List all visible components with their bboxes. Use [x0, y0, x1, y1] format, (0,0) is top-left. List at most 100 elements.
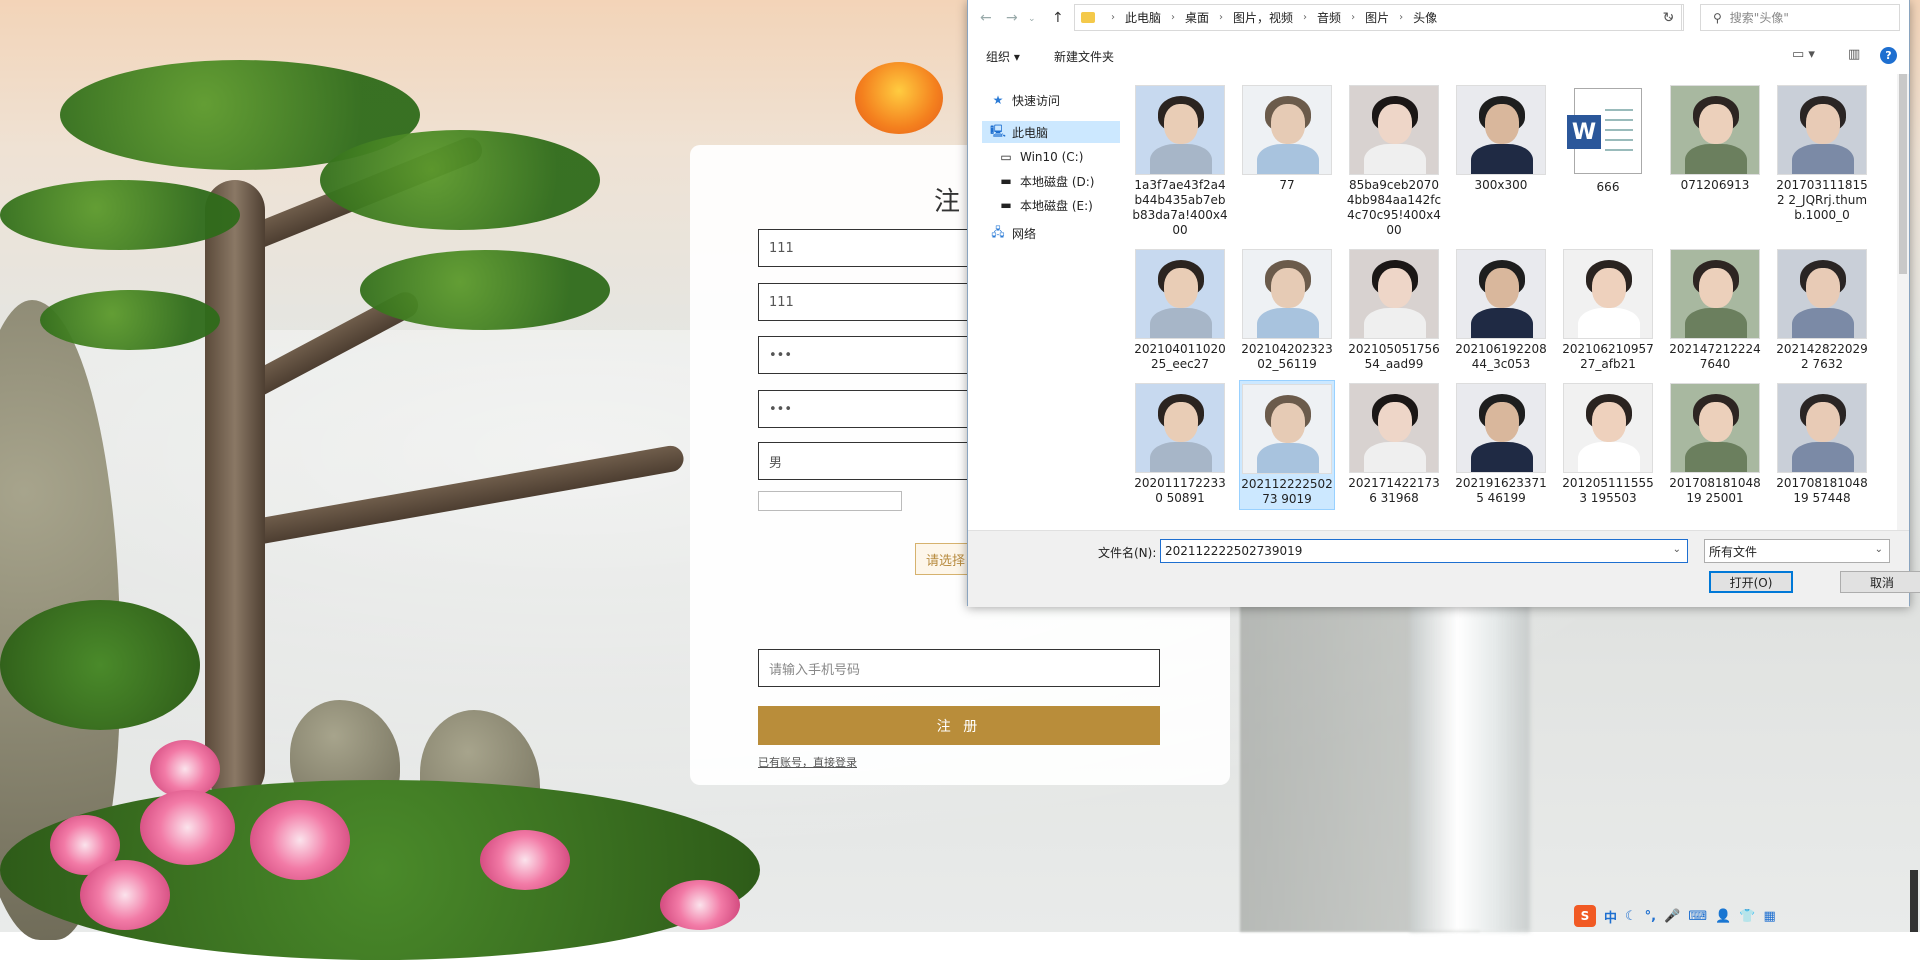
view-options-icon[interactable]: ▭ ▾ [1792, 47, 1815, 62]
thumb-body [1471, 144, 1533, 174]
file-item[interactable]: 77 [1239, 82, 1335, 240]
tree-canopy [40, 290, 220, 350]
thumb-body [1257, 144, 1319, 174]
thumb-body [1685, 308, 1747, 338]
nav-drive-e[interactable]: ▬ 本地磁盘 (E:) [998, 194, 1118, 216]
file-item[interactable]: 20210420232302_56119 [1239, 246, 1335, 374]
breadcrumb-separator-icon[interactable]: › [1303, 12, 1307, 23]
drive-icon: ▭ [1000, 150, 1012, 164]
photo-thumbnail [1670, 85, 1760, 175]
search-icon: ⚲ [1713, 10, 1722, 25]
thumb-face [1699, 268, 1733, 308]
star-icon: ★ [992, 93, 1004, 107]
breadcrumb-separator-icon[interactable]: › [1219, 12, 1223, 23]
punctuation-icon[interactable]: °, [1645, 909, 1656, 924]
nav-label: 网络 [1012, 226, 1037, 241]
breadcrumb-separator-icon[interactable]: › [1399, 12, 1403, 23]
moon-icon[interactable]: ☾ [1625, 909, 1637, 924]
open-button[interactable]: 打开(O) [1709, 571, 1793, 593]
file-item[interactable]: 2017031118152 2_JQRrj.thumb.1000_0 [1774, 82, 1870, 240]
text-line [1605, 129, 1633, 131]
breadcrumb-separator-icon[interactable]: › [1171, 12, 1175, 23]
peony-flower [660, 880, 740, 930]
photo-thumbnail [1563, 249, 1653, 339]
forward-arrow-icon[interactable]: → [1006, 10, 1018, 26]
thumb-face [1271, 403, 1305, 443]
file-item[interactable]: 20211222250273 9019 [1239, 380, 1335, 510]
background-waterfall [1410, 590, 1530, 932]
thumb-body [1257, 308, 1319, 338]
breadcrumb: › 此电脑 › 桌面 › 图片，视频 › 音频 › 图片 › 头像 [1101, 9, 1437, 26]
filetype-select[interactable]: 所有文件 ⌄ [1704, 539, 1890, 563]
nav-quick-access[interactable]: ★ 快速访问 [990, 89, 1120, 111]
file-name: 2021428220292 7632 [1776, 342, 1868, 371]
ime-lang-icon[interactable]: 中 [1604, 907, 1617, 926]
file-item[interactable]: 2012051115553 195503 [1560, 380, 1656, 510]
organize-menu[interactable]: 组织 ▾ [986, 48, 1020, 65]
file-item[interactable]: 2021916233715 46199 [1453, 380, 1549, 510]
recent-chevron-icon[interactable]: ⌄ [1028, 14, 1036, 24]
file-item[interactable]: 85ba9ceb20704bb984aa142fc4c70c95!400x400 [1346, 82, 1442, 240]
address-row: ← → ⌄ ↑ › 此电脑 › 桌面 › 图片，视频 › 音频 › 图片 › 头像 ⌄ ↻ ⚲ 搜索"… [968, 0, 1909, 38]
breadcrumb-item[interactable]: 图片 [1365, 9, 1389, 26]
up-arrow-icon[interactable]: ↑ [1052, 10, 1064, 26]
file-item[interactable]: 20210505175654_aad99 [1346, 246, 1442, 374]
file-item[interactable]: 2021428220292 7632 [1774, 246, 1870, 374]
nav-network[interactable]: 🖧 网络 [990, 222, 1120, 244]
breadcrumb-separator-icon[interactable]: › [1351, 12, 1355, 23]
breadcrumb-item[interactable]: 头像 [1413, 9, 1437, 26]
breadcrumb-item[interactable]: 图片，视频 [1233, 9, 1293, 26]
thumb-body [1150, 442, 1212, 472]
nav-this-pc[interactable]: 🖳 此电脑 [982, 121, 1120, 143]
user-icon[interactable]: 👤 [1715, 909, 1731, 924]
address-bar[interactable]: › 此电脑 › 桌面 › 图片，视频 › 音频 › 图片 › 头像 ⌄ [1074, 4, 1682, 31]
file-item[interactable]: W 666 [1560, 82, 1656, 240]
phone-input[interactable]: 请输入手机号码 [758, 649, 1160, 687]
nav-drive-d[interactable]: ▬ 本地磁盘 (D:) [998, 170, 1118, 192]
back-arrow-icon[interactable]: ← [980, 10, 992, 26]
chevron-down-icon[interactable]: ⌄ [1673, 544, 1681, 555]
file-item[interactable]: 20170818104819 25001 [1667, 380, 1763, 510]
refresh-icon[interactable]: ↻ [1654, 4, 1684, 31]
tree-canopy [360, 250, 610, 330]
thumb-face [1485, 268, 1519, 308]
search-input[interactable]: ⚲ 搜索"头像" [1700, 4, 1900, 31]
new-folder-button[interactable]: 新建文件夹 [1054, 48, 1114, 65]
photo-thumbnail [1670, 383, 1760, 473]
file-item[interactable]: 2021472122247640 [1667, 246, 1763, 374]
page-scrollbar[interactable] [1910, 870, 1918, 932]
keyboard-icon[interactable]: ⌨ [1688, 909, 1707, 924]
file-item[interactable]: 2020111722330 50891 [1132, 380, 1228, 510]
filename-input[interactable]: 202112222502739019 ⌄ [1160, 539, 1688, 563]
vertical-scrollbar[interactable] [1897, 74, 1909, 530]
thumb-body [1364, 144, 1426, 174]
nav-label: 快速访问 [1012, 93, 1061, 108]
file-item[interactable]: 20210619220844_3c053 [1453, 246, 1549, 374]
file-name: 2021472122247640 [1669, 342, 1761, 371]
file-item[interactable]: 1a3f7ae43f2a4b44b435ab7ebb83da7a!400x400 [1132, 82, 1228, 240]
breadcrumb-item[interactable]: 音频 [1317, 9, 1341, 26]
thumb-body [1150, 144, 1212, 174]
preview-pane-icon[interactable]: ▥ [1848, 47, 1860, 62]
skin-icon[interactable]: 👕 [1739, 909, 1755, 924]
help-icon[interactable]: ? [1880, 47, 1897, 64]
toolbox-icon[interactable]: ▦ [1763, 909, 1775, 924]
file-item[interactable]: 20170818104819 57448 [1774, 380, 1870, 510]
scrollbar-thumb[interactable] [1899, 74, 1907, 274]
breadcrumb-separator-icon[interactable]: › [1111, 12, 1115, 23]
microphone-icon[interactable]: 🎤 [1664, 909, 1680, 924]
breadcrumb-item[interactable]: 桌面 [1185, 9, 1209, 26]
sogou-ime-icon[interactable]: S [1574, 905, 1596, 927]
file-item[interactable]: 20210621095727_afb21 [1560, 246, 1656, 374]
register-button[interactable]: 注 册 [758, 706, 1160, 745]
file-item[interactable]: 300x300 [1453, 82, 1549, 240]
file-item[interactable]: 20210401102025_eec27 [1132, 246, 1228, 374]
file-item[interactable]: 2021714221736 31968 [1346, 380, 1442, 510]
chevron-down-icon[interactable]: ⌄ [1875, 544, 1883, 555]
file-open-dialog: ← → ⌄ ↑ › 此电脑 › 桌面 › 图片，视频 › 音频 › 图片 › 头像 ⌄ ↻ ⚲ 搜索"… [967, 0, 1920, 607]
cancel-button[interactable]: 取消 [1840, 571, 1920, 593]
breadcrumb-item[interactable]: 此电脑 [1125, 9, 1161, 26]
file-item[interactable]: 071206913 [1667, 82, 1763, 240]
nav-drive-c[interactable]: ▭ Win10 (C:) [998, 146, 1118, 168]
login-link[interactable]: 已有账号，直接登录 [758, 754, 857, 770]
